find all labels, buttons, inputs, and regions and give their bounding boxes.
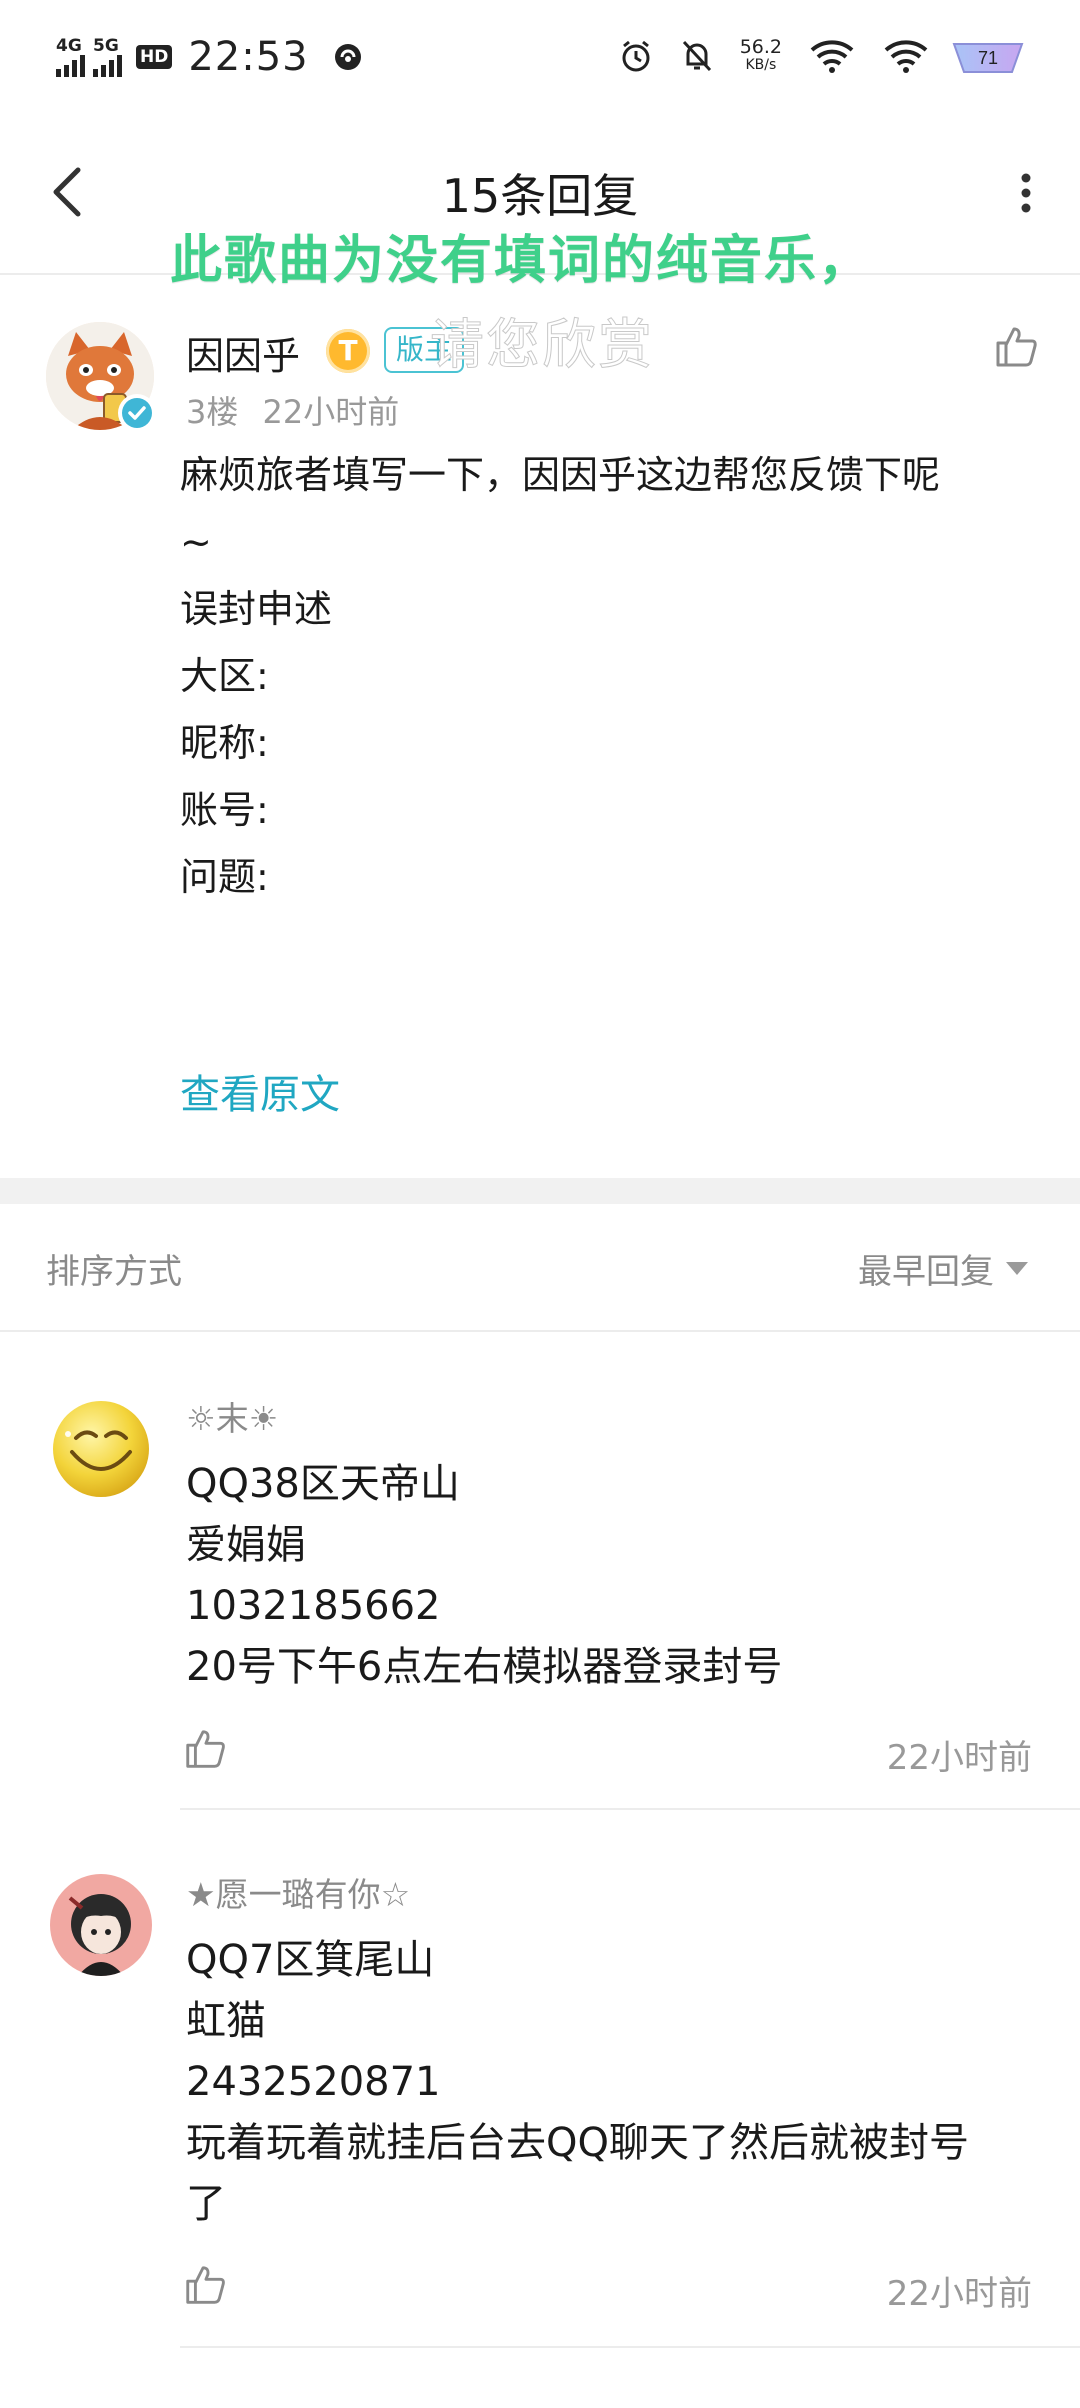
- smiley-avatar-icon: [50, 1398, 152, 1500]
- level-t-badge: T: [326, 329, 370, 373]
- signal-4g-icon: 4G: [56, 35, 85, 77]
- reply-body: QQ7区箕尾山 虹猫 2432520871 玩着玩着就挂后台去QQ聊天了然后就被…: [186, 1930, 1036, 2235]
- anime-girl-avatar-icon: [50, 1874, 152, 1976]
- mute-icon: [682, 40, 711, 72]
- reply-line: QQ38区天帝山: [186, 1461, 460, 1507]
- op-line: 麻烦旅者填写一下，因因乎这边帮您反馈下呢: [180, 453, 941, 497]
- reply-line: 了: [186, 2181, 226, 2227]
- op-line: [180, 911, 1040, 978]
- op-author-name[interactable]: 因因乎: [186, 325, 300, 380]
- lyric-overlay-line2: 请您欣赏: [430, 313, 654, 377]
- floor-number: 3楼: [186, 393, 239, 431]
- op-meta: 3楼 22小时前: [186, 387, 399, 433]
- signal-5g-label: 5G: [93, 35, 119, 56]
- wifi-icon: [810, 40, 854, 73]
- thumbs-up-icon[interactable]: [992, 323, 1040, 371]
- op-line: 昵称:: [180, 721, 269, 765]
- view-original-link[interactable]: 查看原文: [180, 1062, 340, 1120]
- reply-time: 22小时前: [886, 1738, 1032, 1778]
- caret-down-icon: [1006, 1262, 1028, 1275]
- op-line: 大区:: [180, 654, 269, 698]
- op-line: 问题:: [180, 855, 269, 899]
- section-divider: [0, 1178, 1080, 1204]
- status-left: 4G 5G HD 22:53: [56, 34, 363, 80]
- reply-body: QQ38区天帝山 爱娟娟 1032185662 20号下午6点左右模拟器登录封号: [186, 1454, 1036, 1698]
- reply-divider: [180, 2346, 1080, 2348]
- network-speed: 56.2 KB/s: [740, 38, 782, 74]
- net-speed-value: 56.2: [739, 36, 782, 58]
- op-line: ~: [180, 520, 212, 564]
- reply-line: 虹猫: [186, 1998, 266, 2044]
- post-time: 22小时前: [262, 393, 400, 431]
- thumbs-up-icon[interactable]: [182, 2262, 228, 2308]
- reply-line: 爱娟娟: [186, 1522, 306, 1568]
- sort-value: 最早回复: [858, 1252, 994, 1292]
- op-line: 账号:: [180, 788, 269, 832]
- reply-line: 20号下午6点左右模拟器登录封号: [186, 1644, 783, 1690]
- net-speed-unit: KB/s: [745, 57, 777, 73]
- signal-5g-icon: 5G: [93, 35, 122, 77]
- op-body: 麻烦旅者填写一下，因因乎这边帮您反馈下呢 ~ 误封申述 大区: 昵称: 账号: …: [180, 442, 1040, 978]
- reply-avatar[interactable]: [50, 1874, 152, 1976]
- battery-level: 71: [978, 48, 998, 68]
- op-line: 误封申述: [180, 587, 333, 631]
- signal-4g-label: 4G: [56, 35, 82, 56]
- reply-line: 2432520871: [186, 2059, 441, 2105]
- app-notification-icon: [334, 44, 361, 70]
- reply-time: 22小时前: [886, 2274, 1032, 2314]
- verified-badge-icon: [118, 394, 156, 432]
- reply-avatar[interactable]: [50, 1398, 152, 1500]
- original-post: 因因乎 T 版主 3楼 22小时前 麻烦旅者填写一下，因因乎这边帮您反馈下呢 ~…: [0, 277, 1080, 1177]
- sort-label: 排序方式: [46, 1252, 182, 1292]
- page-title: 15条回复: [441, 169, 639, 223]
- reply-line: 玩着玩着就挂后台去QQ聊天了然后就被封号: [186, 2120, 969, 2166]
- reply-author-name[interactable]: ★愿一璐有你☆: [186, 1868, 410, 1916]
- status-right: 56.2 KB/s: [618, 38, 930, 74]
- more-menu-icon[interactable]: [1016, 170, 1036, 216]
- status-bar: 4G 5G HD 22:53 56.2 KB/s 71: [0, 0, 1080, 120]
- thumbs-up-icon[interactable]: [182, 1726, 228, 1772]
- reply-item: ★愿一璐有你☆ QQ7区箕尾山 虹猫 2432520871 玩着玩着就挂后台去Q…: [0, 1810, 1080, 2350]
- hd-voice-icon: HD: [136, 45, 173, 69]
- reply-item: ☼末☀ QQ38区天帝山 爱娟娟 1032185662 20号下午6点左右模拟器…: [0, 1334, 1080, 1810]
- lyric-overlay-line1: 此歌曲为没有填词的纯音乐，: [170, 231, 873, 291]
- clock: 22:53: [188, 34, 309, 80]
- battery-icon: 71: [952, 43, 1024, 73]
- hd-label: HD: [136, 45, 173, 69]
- sort-bar: 排序方式 最早回复: [0, 1204, 1080, 1332]
- reply-line: QQ7区箕尾山: [186, 1937, 435, 1983]
- alarm-icon: [622, 40, 650, 72]
- reply-line: 1032185662: [186, 1583, 441, 1629]
- reply-author-name[interactable]: ☼末☀: [186, 1392, 278, 1440]
- sort-dropdown[interactable]: 最早回复: [858, 1244, 1028, 1293]
- wifi-icon-2: [884, 40, 928, 73]
